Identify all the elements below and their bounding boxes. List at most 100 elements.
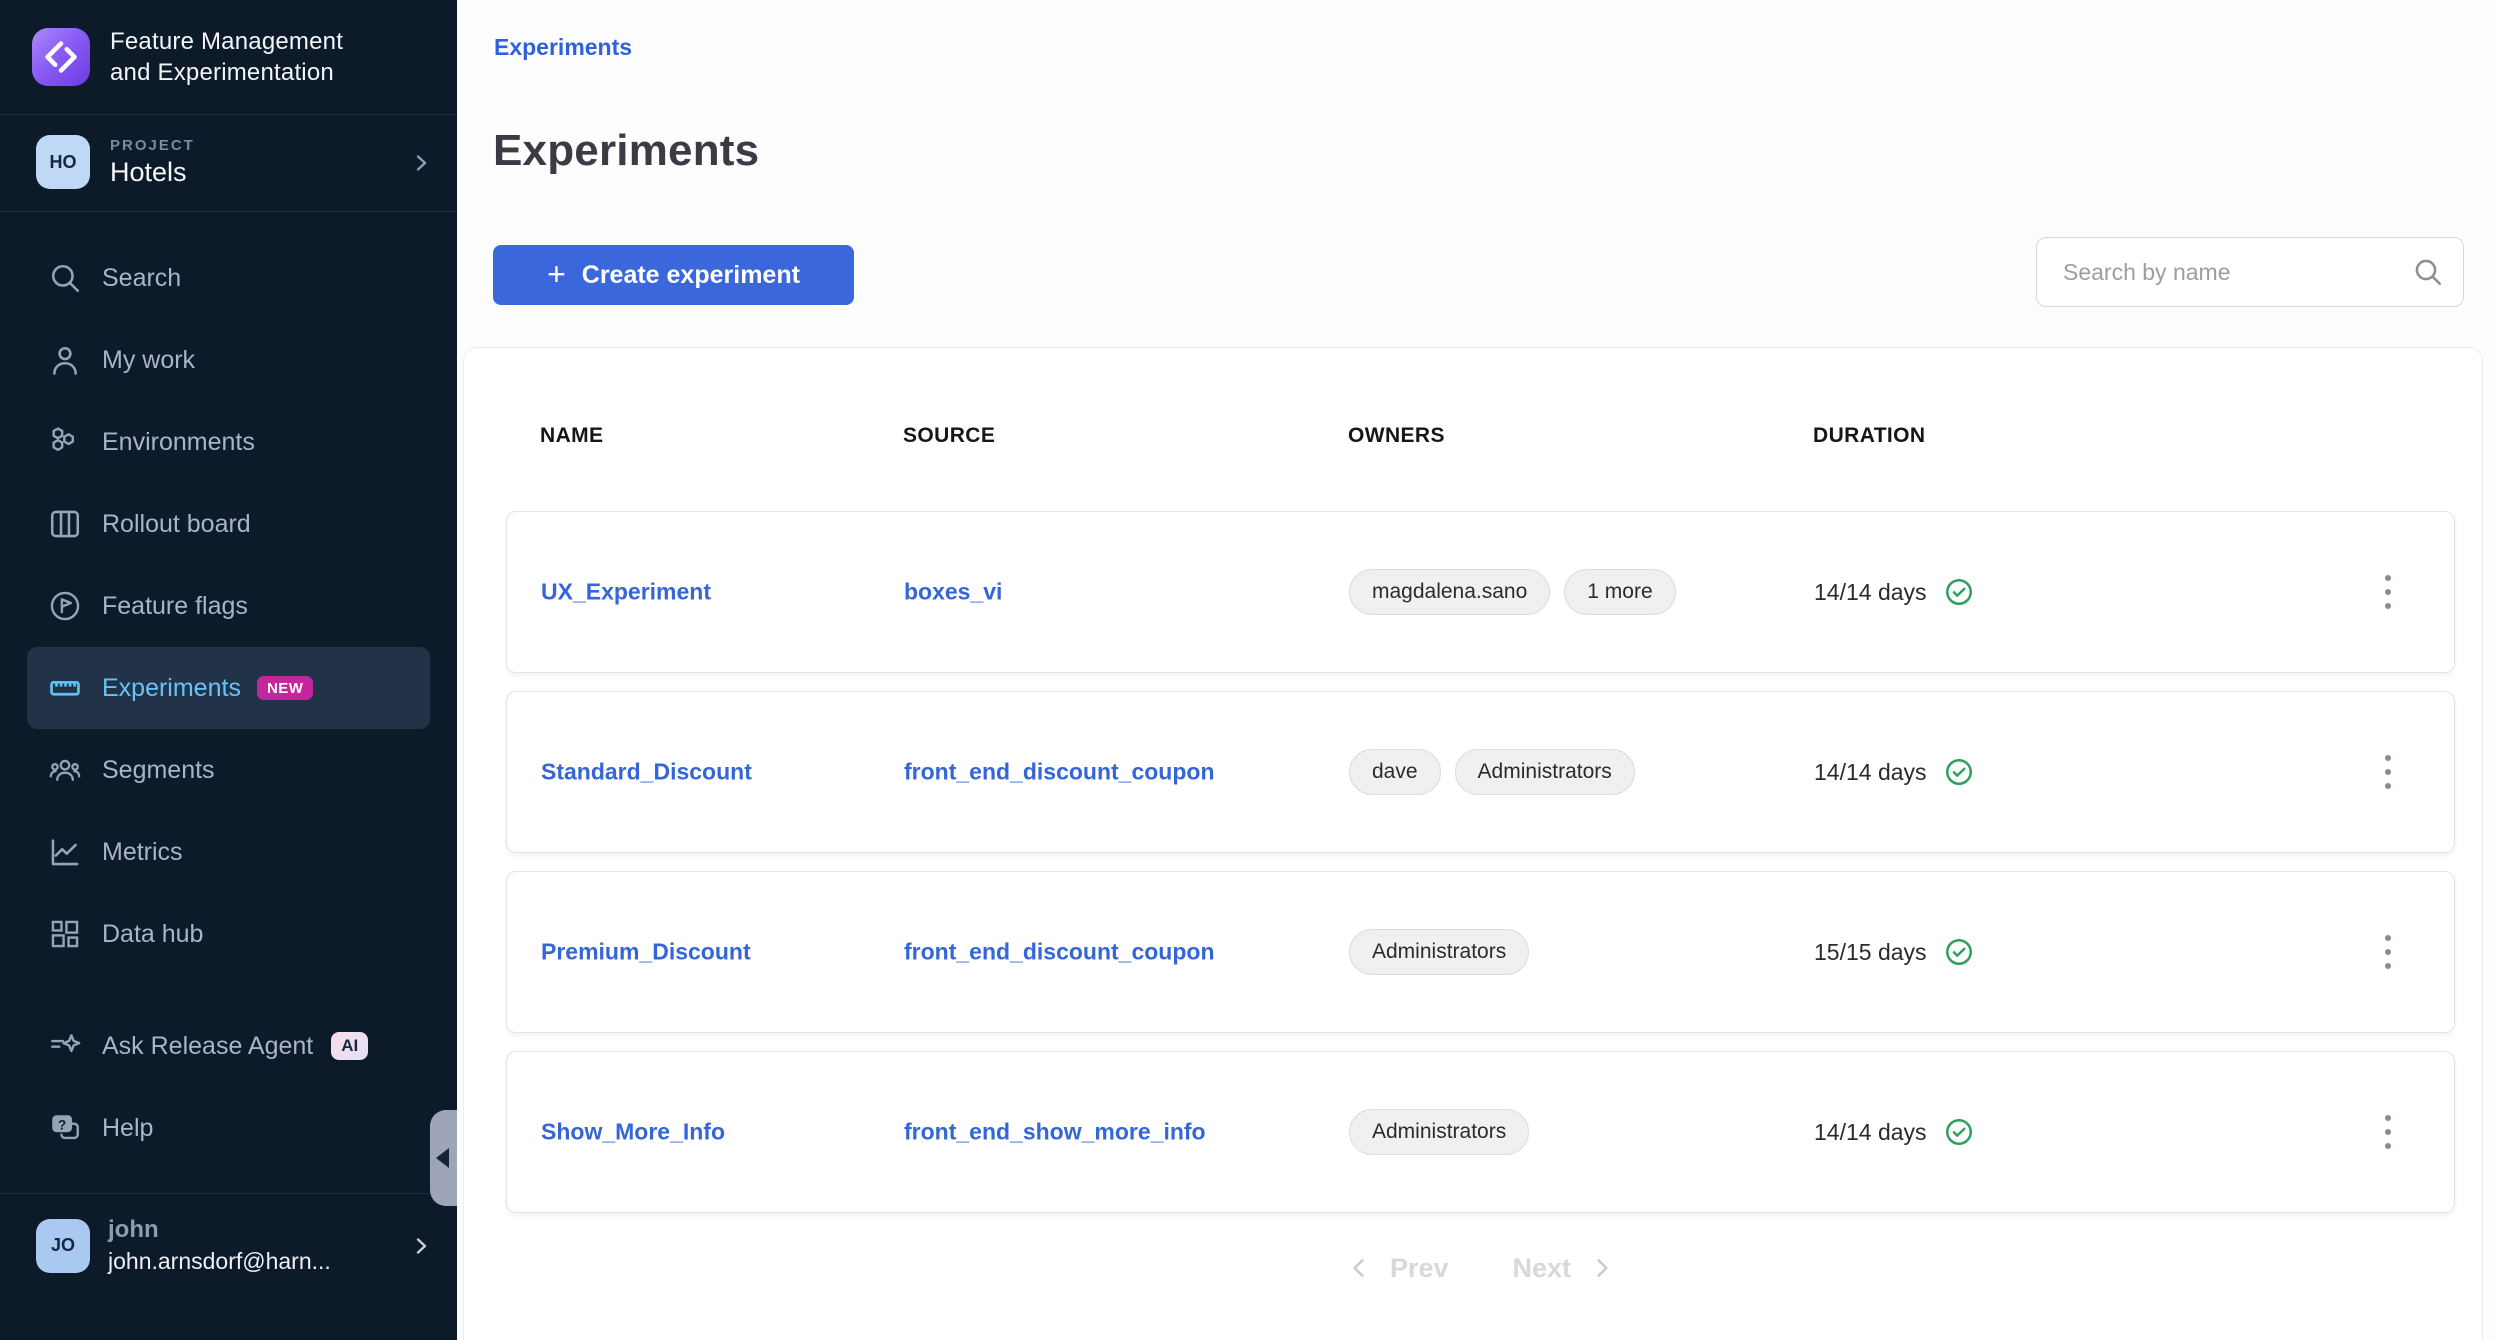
- table-row: Premium_Discount front_end_discount_coup…: [506, 871, 2455, 1033]
- chevron-right-icon: [1589, 1255, 1615, 1281]
- column-header-source: SOURCE: [903, 424, 995, 448]
- new-badge: NEW: [257, 676, 314, 700]
- source-link[interactable]: boxes_vi: [904, 579, 1002, 606]
- owner-chip: dave: [1349, 749, 1441, 795]
- check-circle-icon: [1944, 757, 1974, 787]
- duration-text: 14/14 days: [1814, 759, 1927, 786]
- collapse-sidebar-button[interactable]: [430, 1110, 457, 1206]
- owner-chip: Administrators: [1349, 929, 1529, 975]
- row-menu-button[interactable]: [2375, 565, 2401, 619]
- sidebar-item-label: Feature flags: [102, 592, 248, 621]
- breadcrumb[interactable]: Experiments: [494, 34, 632, 61]
- sidebar-item-label: Help: [102, 1114, 153, 1143]
- people-icon: [47, 753, 83, 787]
- column-header-duration: DURATION: [1813, 424, 1925, 448]
- experiment-name-link[interactable]: UX_Experiment: [541, 579, 711, 606]
- create-experiment-button[interactable]: + Create experiment: [493, 245, 854, 305]
- chevron-left-icon: [1346, 1255, 1372, 1281]
- sidebar-item-label: My work: [102, 346, 195, 375]
- sidebar-item-label: Segments: [102, 756, 215, 785]
- check-circle-icon: [1944, 1117, 1974, 1147]
- sidebar-item-help[interactable]: ? Help: [27, 1087, 430, 1169]
- owners-cell: magdalena.sano 1 more: [1349, 569, 1676, 615]
- split-logo-icon: [32, 28, 90, 86]
- source-link[interactable]: front_end_discount_coupon: [904, 939, 1215, 966]
- sidebar-item-experiments[interactable]: Experiments NEW: [27, 647, 430, 729]
- sidebar-item-label: Rollout board: [102, 510, 251, 539]
- owners-cell: Administrators: [1349, 1109, 1529, 1155]
- sidebar-item-metrics[interactable]: Metrics: [27, 811, 430, 893]
- column-header-owners: OWNERS: [1348, 424, 1445, 448]
- sidebar-item-label: Metrics: [102, 838, 183, 867]
- ai-badge: AI: [331, 1032, 368, 1060]
- create-experiment-label: Create experiment: [582, 261, 800, 290]
- app-title: Feature Management and Experimentation: [110, 26, 343, 88]
- sidebar-item-label: Environments: [102, 428, 255, 457]
- hexagons-icon: [47, 425, 83, 459]
- chevron-right-icon: [409, 1234, 433, 1258]
- sidebar-item-environments[interactable]: Environments: [27, 401, 430, 483]
- sidebar-item-segments[interactable]: Segments: [27, 729, 430, 811]
- row-menu-button[interactable]: [2375, 1105, 2401, 1159]
- duration-text: 14/14 days: [1814, 579, 1927, 606]
- sidebar-item-search[interactable]: Search: [27, 237, 430, 319]
- sidebar-item-my-work[interactable]: My work: [27, 319, 430, 401]
- ruler-icon: [47, 671, 83, 705]
- experiment-name-link[interactable]: Show_More_Info: [541, 1119, 725, 1146]
- search-icon: [2412, 256, 2444, 288]
- avatar: JO: [36, 1219, 90, 1273]
- prev-page-button[interactable]: Prev: [1346, 1253, 1449, 1284]
- duration-text: 14/14 days: [1814, 1119, 1927, 1146]
- pagination: Prev Next: [506, 1243, 2455, 1293]
- sidebar-item-data-hub[interactable]: Data hub: [27, 893, 430, 975]
- plus-icon: +: [547, 258, 566, 290]
- line-chart-icon: [47, 835, 83, 869]
- search-box: [2036, 237, 2464, 307]
- app-header: Feature Management and Experimentation: [0, 0, 457, 115]
- sidebar-item-label: Search: [102, 264, 181, 293]
- owner-chip: Administrators: [1455, 749, 1635, 795]
- owners-cell: Administrators: [1349, 929, 1529, 975]
- sidebar-item-rollout-board[interactable]: Rollout board: [27, 483, 430, 565]
- sidebar-item-label: Ask Release Agent: [102, 1032, 313, 1061]
- user-name: john: [108, 1216, 331, 1244]
- svg-text:?: ?: [58, 1117, 66, 1132]
- duration-cell: 14/14 days: [1814, 757, 1974, 787]
- chevron-right-icon: [409, 151, 433, 175]
- sidebar-item-label: Data hub: [102, 920, 203, 949]
- check-circle-icon: [1944, 577, 1974, 607]
- prev-label: Prev: [1390, 1253, 1449, 1284]
- project-selector[interactable]: HO PROJECT Hotels: [0, 115, 457, 212]
- owner-chip: magdalena.sano: [1349, 569, 1550, 615]
- owner-chip: Administrators: [1349, 1109, 1529, 1155]
- experiment-name-link[interactable]: Premium_Discount: [541, 939, 751, 966]
- project-avatar: HO: [36, 135, 90, 189]
- board-columns-icon: [47, 507, 83, 541]
- sidebar-item-feature-flags[interactable]: Feature flags: [27, 565, 430, 647]
- next-page-button[interactable]: Next: [1513, 1253, 1616, 1284]
- next-label: Next: [1513, 1253, 1572, 1284]
- page-title: Experiments: [493, 126, 759, 176]
- sidebar-item-ask-release-agent[interactable]: Ask Release Agent AI: [27, 1005, 430, 1087]
- search-icon: [47, 261, 83, 295]
- user-email: john.arnsdorf@harn...: [108, 1248, 331, 1275]
- row-menu-button[interactable]: [2375, 745, 2401, 799]
- user-menu[interactable]: JO john john.arnsdorf@harn...: [0, 1194, 457, 1297]
- grid-squares-icon: [47, 917, 83, 951]
- project-name: Hotels: [110, 157, 195, 188]
- main-content: Experiments Experiments + Create experim…: [457, 0, 2498, 1340]
- column-header-name: NAME: [540, 424, 603, 448]
- owners-cell: dave Administrators: [1349, 749, 1635, 795]
- check-circle-icon: [1944, 937, 1974, 967]
- table-row: UX_Experiment boxes_vi magdalena.sano 1 …: [506, 511, 2455, 673]
- app-window: Feature Management and Experimentation H…: [0, 0, 2498, 1340]
- source-link[interactable]: front_end_discount_coupon: [904, 759, 1215, 786]
- row-menu-button[interactable]: [2375, 925, 2401, 979]
- search-input[interactable]: [2036, 237, 2464, 307]
- experiment-name-link[interactable]: Standard_Discount: [541, 759, 752, 786]
- experiments-table-panel: NAME SOURCE OWNERS DURATION UX_Experimen…: [463, 347, 2483, 1340]
- sparkle-lines-icon: [47, 1029, 83, 1063]
- help-chat-icon: ?: [47, 1111, 83, 1145]
- source-link[interactable]: front_end_show_more_info: [904, 1119, 1206, 1146]
- collapse-sidebar-icon: [436, 1148, 449, 1168]
